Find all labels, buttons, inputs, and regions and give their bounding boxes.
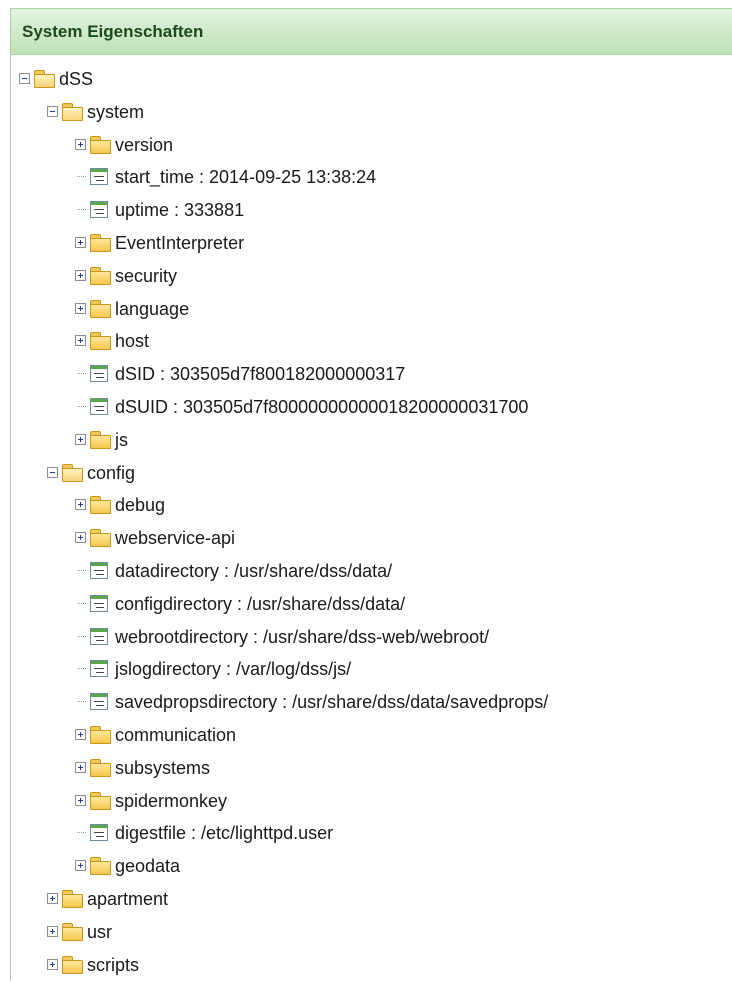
folder-icon: [90, 857, 111, 876]
tree-node-label: system: [87, 101, 145, 122]
folder-icon: [90, 332, 111, 351]
collapse-icon[interactable]: [47, 466, 58, 478]
folder-icon: [62, 922, 83, 941]
tree-node-label: version: [115, 134, 174, 155]
tree-connector: [77, 668, 87, 670]
tree-node-label: start_time : 2014-09-25 13:38:24: [115, 167, 377, 188]
tree-node-label: security: [115, 265, 178, 286]
expand-icon[interactable]: [75, 729, 86, 740]
tree-node-label: dSUID : 303505d7f80000000000018200000031…: [115, 397, 529, 417]
expand-icon[interactable]: [75, 499, 86, 511]
tree-node-label: usr: [87, 921, 113, 942]
folder-icon: [90, 791, 111, 810]
folder-icon: [90, 135, 111, 154]
tree-connector: [77, 602, 87, 604]
tree-connector: [77, 209, 87, 211]
property-icon: [90, 660, 108, 678]
collapse-icon[interactable]: [47, 105, 58, 117]
property-icon: [90, 824, 108, 842]
tree-node-label: digestfile : /etc/lighttpd.user: [115, 823, 334, 844]
expand-icon[interactable]: [75, 237, 86, 248]
expand-icon[interactable]: [75, 269, 86, 281]
tree-connector: [77, 701, 87, 703]
tree-node-label: uptime : 333881: [115, 200, 245, 221]
panel-title: System Eigenschaften: [11, 9, 732, 55]
folder-open-icon: [62, 463, 83, 482]
folder-icon: [90, 299, 111, 318]
expand-icon[interactable]: [75, 794, 86, 806]
tree-node-label: EventInterpreter: [115, 233, 245, 253]
tree-connector: [77, 635, 87, 637]
property-icon: [90, 594, 108, 612]
tree-node-label: spidermonkey: [115, 790, 228, 811]
expand-icon[interactable]: [47, 925, 58, 937]
tree-node-label: dSS: [59, 69, 94, 89]
tree-node-label: communication: [115, 725, 237, 745]
tree-connector: [77, 570, 87, 571]
tree-node-label: language: [115, 298, 190, 319]
collapse-icon[interactable]: [19, 73, 30, 84]
folder-open-icon: [62, 102, 83, 121]
tree-node-label: geodata: [115, 856, 181, 877]
tree-node-label: dSID : 303505d7f800182000000317: [115, 364, 406, 385]
tree-node-label: subsystems: [115, 757, 211, 778]
tree-node-label: datadirectory : /usr/share/dss/data/: [115, 561, 393, 581]
property-icon: [90, 168, 108, 186]
property-icon: [90, 201, 108, 219]
expand-icon[interactable]: [75, 138, 86, 150]
expand-icon[interactable]: [47, 958, 58, 970]
tree-node-label: jslogdirectory : /var/log/dss/js/: [115, 659, 352, 680]
tree-node-label: debug: [115, 495, 166, 516]
folder-icon: [62, 955, 83, 974]
folder-icon: [90, 430, 111, 449]
folder-open-icon: [34, 70, 55, 88]
expand-icon[interactable]: [75, 302, 86, 314]
property-icon: [90, 398, 108, 415]
tree-node-label: js: [115, 429, 128, 450]
expand-icon[interactable]: [75, 335, 86, 347]
expand-icon[interactable]: [75, 532, 86, 544]
tree-node-label: host: [115, 331, 150, 352]
property-icon: [90, 693, 108, 711]
tree-node-label: configdirectory : /usr/share/dss/data/: [115, 593, 406, 614]
folder-icon: [62, 890, 83, 908]
property-icon: [90, 562, 108, 579]
folder-icon: [90, 726, 111, 744]
folder-icon: [90, 234, 111, 252]
tree-connector: [77, 373, 87, 375]
expand-icon[interactable]: [47, 893, 58, 904]
expand-icon[interactable]: [75, 761, 86, 773]
tree-connector: [77, 406, 87, 407]
tree-node-label: apartment: [87, 889, 169, 909]
tree-node-label: scripts: [87, 954, 140, 975]
property-icon: [90, 627, 108, 645]
expand-icon[interactable]: [75, 860, 86, 872]
system-properties-panel: System Eigenschaften dSS system version sta…: [10, 8, 732, 980]
folder-icon: [90, 529, 111, 548]
tree-connector: [77, 176, 87, 178]
folder-icon: [90, 266, 111, 285]
tree-node-label: savedpropsdirectory : /usr/share/dss/dat…: [115, 692, 549, 713]
property-icon: [90, 365, 108, 383]
folder-icon: [90, 496, 111, 515]
folder-icon: [90, 758, 111, 777]
tree-node-label: webservice-api: [115, 528, 236, 549]
expand-icon[interactable]: [75, 433, 86, 445]
tree-node-label: config: [87, 462, 136, 483]
tree-node-label: webrootdirectory : /usr/share/dss-web/we…: [115, 626, 490, 647]
tree-connector: [77, 832, 87, 834]
